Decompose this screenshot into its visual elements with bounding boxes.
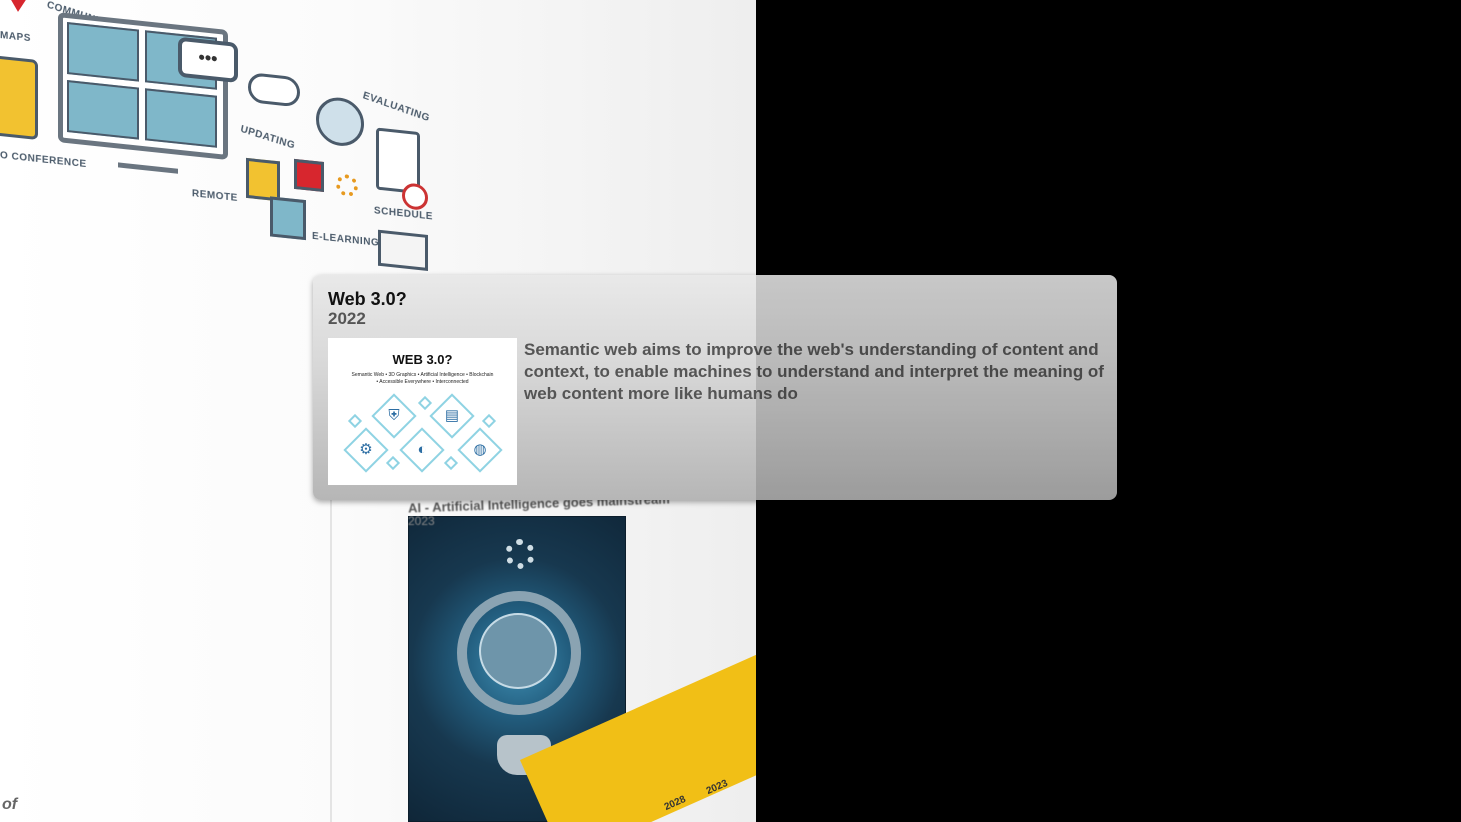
brain-icon [479, 613, 557, 689]
popup-description: Semantic web aims to improve the web's u… [524, 340, 1104, 403]
shield-lock-icon: ⛨ [388, 407, 400, 424]
collage-label-remote: REMOTE [192, 188, 238, 204]
popup-title: Web 3.0? [328, 289, 407, 309]
puzzle-piece-icon [270, 196, 306, 241]
thumbnail-heading: WEB 3.0? [392, 352, 453, 367]
brain-icon [316, 95, 364, 149]
popup-thumbnail[interactable]: WEB 3.0? Semantic Web • 3D Graphics • Ar… [328, 338, 517, 485]
puzzle-piece-icon [246, 157, 280, 202]
gear-network-icon: ⚙ [359, 441, 373, 458]
cloud-icon [248, 72, 300, 108]
collage-label-conference: O CONFERENCE [0, 150, 87, 171]
video-conference-monitor-icon [58, 12, 228, 174]
cursor-icon [294, 158, 324, 193]
red-marker-icon [2, 0, 34, 14]
collage-label-maps: MAPS [0, 30, 31, 45]
collage-label-evaluating: EVALUATING [361, 90, 431, 125]
popup-year: 2022 [328, 309, 366, 328]
collage-label-schedule: SCHEDULE [374, 205, 434, 223]
gear-icon [336, 173, 358, 198]
documents-icon [378, 229, 428, 271]
thumbnail-subtitle: Semantic Web • 3D Graphics • Artificial … [351, 372, 494, 378]
timeline-event-popup[interactable]: Web 3.0? 2022 WEB 3.0? Semantic Web • 3D… [313, 275, 1117, 500]
next-card-year: 2023 [408, 514, 435, 528]
collage-label-updating: UPDATING [239, 123, 297, 152]
corner-text: of [2, 796, 18, 813]
document-search-icon: ▤ [444, 407, 460, 424]
gear-icon [505, 539, 535, 569]
collage-label-elearning: E-LEARNING [312, 230, 380, 249]
stage: COMMUNICATION MAPS ••• EVALUATING UPDATI… [0, 0, 1461, 822]
globe-hand-icon: ◍ [473, 441, 487, 458]
3d-face-icon: ◐ [417, 441, 427, 458]
person-icon [0, 54, 38, 140]
remote-work-collage-image: COMMUNICATION MAPS ••• EVALUATING UPDATI… [0, 0, 440, 286]
speech-bubble-icon: ••• [178, 36, 238, 84]
thumbnail-subtitle: • Accessible Everywhere • Interconnected [376, 379, 469, 385]
checkmark-icon [402, 182, 428, 211]
